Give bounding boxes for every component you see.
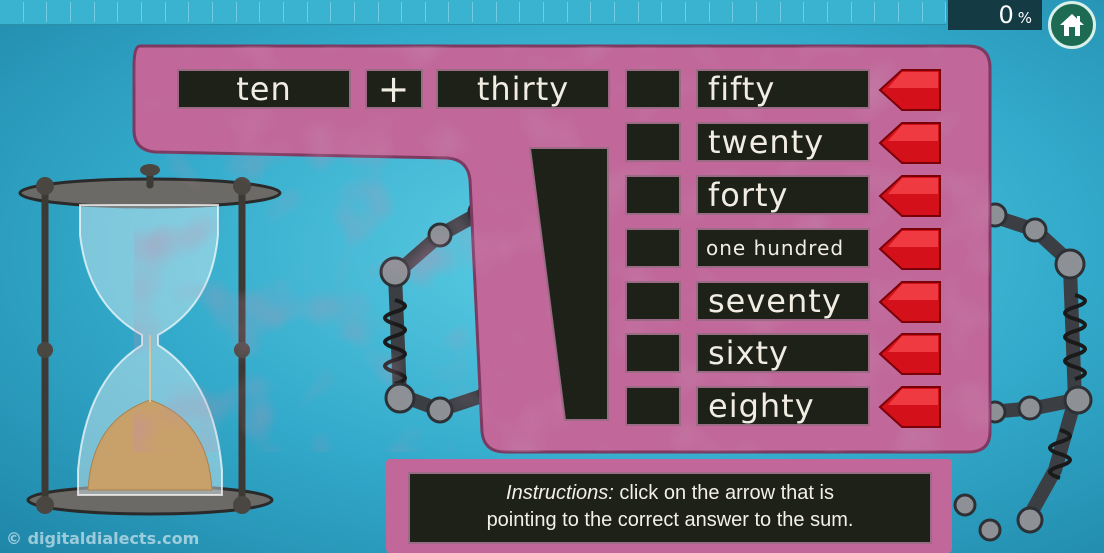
sum-right-operand: thirty: [436, 69, 610, 109]
instructions-line-2: pointing to the correct answer to the su…: [486, 509, 854, 531]
arrow-button-1[interactable]: [878, 68, 944, 112]
answer-option-2: twenty: [696, 122, 870, 162]
arrow-button-3[interactable]: [878, 174, 944, 218]
sum-left-operand: ten: [177, 69, 351, 109]
answer-option-5: seventy: [696, 281, 870, 321]
arrow-button-4[interactable]: [878, 227, 944, 271]
copyright-watermark: © digitaldialects.com: [6, 529, 200, 548]
instructions-prefix: Instructions:: [506, 482, 614, 504]
answer-slot-3: [625, 175, 681, 215]
answer-option-1: fifty: [696, 69, 870, 109]
sum-operator: +: [365, 67, 423, 111]
answer-slot-4: [625, 228, 681, 268]
arrow-button-7[interactable]: [878, 385, 944, 429]
arrow-button-5[interactable]: [878, 280, 944, 324]
instructions-line-1: Instructions: click on the arrow that is: [410, 480, 930, 507]
answer-option-6: sixty: [696, 333, 870, 373]
answer-slot-1: [625, 69, 681, 109]
answer-option-3: forty: [696, 175, 870, 215]
answer-slot-7: [625, 386, 681, 426]
answer-slot-5: [625, 281, 681, 321]
answer-slot-6: [625, 333, 681, 373]
answer-option-4: one hundred: [696, 228, 870, 268]
answer-option-7: eighty: [696, 386, 870, 426]
arrow-button-2[interactable]: [878, 121, 944, 165]
answer-slot-2: [625, 122, 681, 162]
arrow-button-6[interactable]: [878, 332, 944, 376]
instructions-box: Instructions: click on the arrow that is…: [408, 472, 932, 544]
instructions-text-1: click on the arrow that is: [613, 482, 834, 504]
